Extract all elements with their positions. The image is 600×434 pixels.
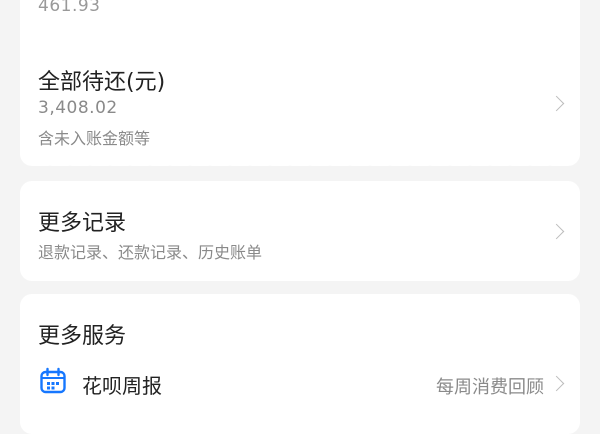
calendar-icon [40,367,66,394]
previous-amount: 461.93 [38,0,101,16]
more-records-card[interactable]: 更多记录 退款记录、还款记录、历史账单 [20,181,580,281]
chevron-right-icon [548,375,565,392]
more-services-title: 更多服务 [38,324,127,349]
total-due-card[interactable]: 461.93 全部待还(元) 3,408.02 含未入账金额等 [20,0,580,166]
service-name: 花呗周报 [82,374,162,398]
more-records-subtitle: 退款记录、还款记录、历史账单 [38,243,263,262]
more-services-card: 更多服务 花呗周报 每周消费回顾 [20,294,580,434]
chevron-right-icon [548,223,565,240]
scalloped-edge [20,158,580,166]
total-due-note: 含未入账金额等 [38,129,151,148]
total-due-amount: 3,408.02 [38,98,118,118]
chevron-right-icon [548,95,565,112]
service-description: 每周消费回顾 [436,377,544,398]
total-due-title: 全部待还(元) [38,70,166,95]
more-records-title: 更多记录 [38,211,127,236]
